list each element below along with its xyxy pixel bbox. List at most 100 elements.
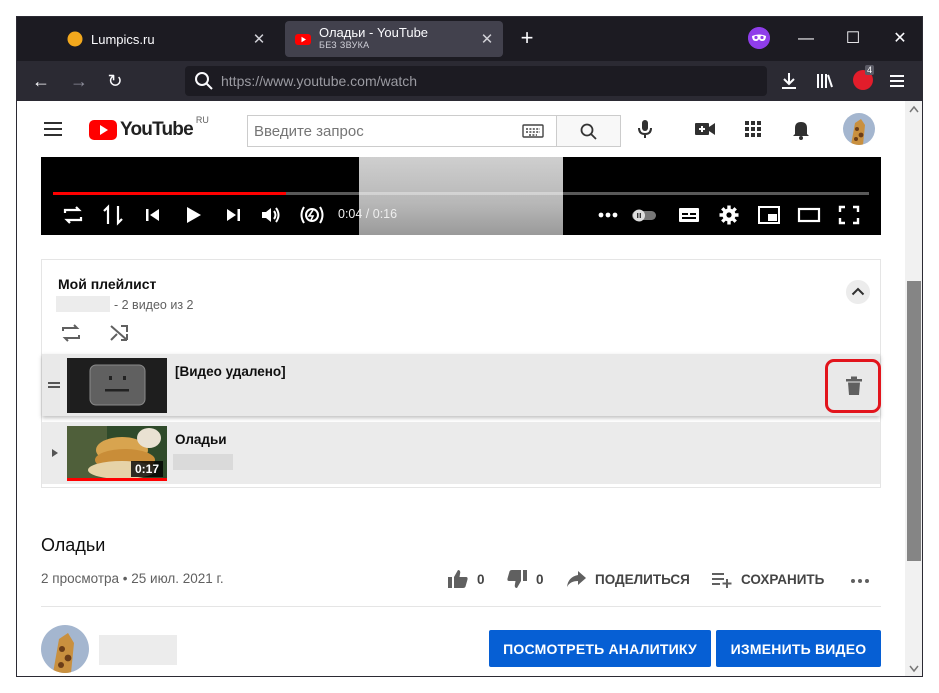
playlist-item-channel-blurred — [173, 454, 233, 470]
more-actions-icon[interactable] — [849, 577, 871, 585]
playlist-item-deleted[interactable]: [Видео удалено] — [42, 354, 881, 416]
play-icon[interactable] — [181, 204, 205, 226]
tab-title: Lumpics.ru — [91, 31, 155, 47]
downloads-icon[interactable] — [779, 71, 799, 91]
library-icon[interactable] — [815, 71, 835, 91]
settings-gear-icon[interactable] — [717, 204, 741, 226]
playlist-item-title[interactable]: [Видео удалено] — [175, 364, 286, 379]
autoplay-toggle-icon[interactable] — [629, 204, 659, 226]
thumbs-down-icon — [507, 570, 527, 588]
channel-name-blurred — [99, 635, 177, 665]
share-arrow-icon — [567, 571, 586, 587]
address-bar[interactable]: https://www.youtube.com/watch — [185, 66, 767, 96]
create-video-icon[interactable] — [693, 117, 717, 141]
tab-title: Оладьи - YouTube — [319, 25, 429, 40]
playlist-owner-blurred — [56, 296, 110, 312]
tab-youtube[interactable]: Оладьи - YouTube БЕЗ ЗВУКА ✕ — [285, 21, 503, 57]
remove-from-playlist-highlight — [825, 359, 881, 413]
drag-handle-icon[interactable] — [48, 379, 60, 391]
share-label: ПОДЕЛИТЬСЯ — [595, 571, 690, 587]
account-avatar[interactable] — [843, 113, 875, 145]
scroll-up-arrow-icon[interactable] — [909, 105, 919, 113]
tab-lumpics[interactable]: Lumpics.ru ✕ — [57, 21, 275, 57]
lumpics-favicon-icon — [67, 31, 83, 47]
url-text: https://www.youtube.com/watch — [221, 73, 418, 89]
video-duration: 0:17 — [130, 461, 163, 477]
hamburger-menu-icon[interactable] — [43, 119, 63, 139]
like-button[interactable]: 0 — [447, 568, 485, 590]
edit-video-button[interactable]: ИЗМЕНИТЬ ВИДЕО — [716, 630, 881, 667]
youtube-play-logo-icon — [89, 120, 117, 140]
playlist-loop-icon[interactable] — [60, 322, 82, 344]
volume-icon[interactable] — [259, 204, 283, 226]
keyboard-icon[interactable] — [522, 124, 544, 138]
page-scrollbar[interactable] — [905, 101, 922, 676]
scroll-down-arrow-icon[interactable] — [909, 665, 919, 673]
video-title: Оладьи — [41, 535, 106, 555]
search-icon — [195, 72, 213, 90]
forward-arrow-icon[interactable]: → — [65, 67, 93, 95]
fullscreen-icon[interactable] — [837, 204, 861, 226]
loop-icon[interactable] — [61, 204, 85, 226]
back-arrow-icon[interactable]: ← — [27, 67, 55, 95]
dislike-button[interactable]: 0 — [506, 568, 544, 590]
playlist-shuffle-icon[interactable] — [108, 322, 130, 344]
minimize-button[interactable]: — — [793, 27, 819, 51]
watched-progress — [67, 478, 167, 481]
progress-bar[interactable] — [53, 192, 869, 195]
microphone-icon[interactable] — [633, 117, 657, 141]
notifications-bell-icon[interactable] — [789, 117, 813, 141]
scrollbar-thumb[interactable] — [907, 281, 921, 561]
channel-avatar[interactable] — [41, 625, 89, 673]
autoplay-sort-icon[interactable] — [101, 204, 125, 226]
search-box — [247, 115, 557, 147]
giraffe-avatar-icon — [41, 625, 89, 673]
reload-icon[interactable]: ↻ — [101, 67, 129, 95]
theater-mode-icon[interactable] — [797, 204, 821, 226]
deleted-video-thumbnail[interactable] — [67, 358, 167, 413]
tab-muted-label: БЕЗ ЗВУКА — [319, 40, 370, 50]
playlist-count: - 2 видео из 2 — [114, 298, 194, 312]
youtube-favicon-icon — [295, 34, 311, 45]
miniplayer-icon[interactable] — [757, 204, 781, 226]
previous-icon[interactable] — [141, 204, 165, 226]
like-count: 0 — [477, 571, 485, 587]
progress-fill — [53, 192, 286, 195]
extension-badge: 4 — [865, 65, 875, 75]
maximize-button[interactable]: ☐ — [840, 27, 866, 51]
subtitles-icon[interactable] — [677, 204, 701, 226]
thumbs-up-icon — [448, 570, 468, 588]
video-player[interactable]: 0:04 / 0:16 — [41, 157, 881, 235]
dislike-count: 0 — [536, 571, 544, 587]
youtube-header: YouTube RU — [17, 101, 907, 157]
menu-icon[interactable] — [887, 71, 907, 91]
oladi-video-thumbnail[interactable]: 0:17 — [67, 426, 167, 481]
close-window-button[interactable]: ✕ — [887, 27, 913, 51]
private-mask-icon[interactable] — [748, 27, 770, 49]
view-analytics-button[interactable]: ПОСМОТРЕТЬ АНАЛИТИКУ — [489, 630, 711, 667]
collapse-chevron-icon[interactable] — [846, 280, 870, 304]
browser-window: Lumpics.ru ✕ Оладьи - YouTube БЕЗ ЗВУКА … — [16, 16, 923, 677]
search-icon — [580, 123, 597, 140]
share-button[interactable]: ПОДЕЛИТЬСЯ — [565, 568, 690, 590]
video-meta: 2 просмотра • 25 июл. 2021 г. — [41, 571, 224, 586]
stable-volume-icon[interactable] — [297, 204, 327, 226]
trash-icon[interactable] — [845, 376, 863, 396]
next-icon[interactable] — [221, 204, 245, 226]
navigation-bar: ← → ↻ https://www.youtube.com/watch 4 — [17, 61, 922, 101]
youtube-logo[interactable]: YouTube RU — [89, 115, 209, 141]
playlist-item-oladi[interactable]: 0:17 Оладьи — [42, 422, 880, 484]
more-options-icon[interactable] — [596, 204, 620, 226]
search-input[interactable] — [248, 122, 508, 140]
new-tab-button[interactable]: + — [513, 25, 541, 53]
tab-close-icon[interactable]: ✕ — [249, 30, 269, 48]
search-button[interactable] — [557, 115, 621, 147]
save-label: СОХРАНИТЬ — [741, 571, 825, 587]
tab-close-icon[interactable]: ✕ — [477, 30, 497, 48]
time-display: 0:04 / 0:16 — [338, 207, 398, 221]
apps-grid-icon[interactable] — [741, 117, 765, 141]
playlist-item-title[interactable]: Оладьи — [175, 432, 227, 447]
video-frame — [359, 157, 563, 235]
save-button[interactable]: СОХРАНИТЬ — [711, 568, 824, 590]
playlist-title[interactable]: Мой плейлист — [58, 276, 156, 292]
